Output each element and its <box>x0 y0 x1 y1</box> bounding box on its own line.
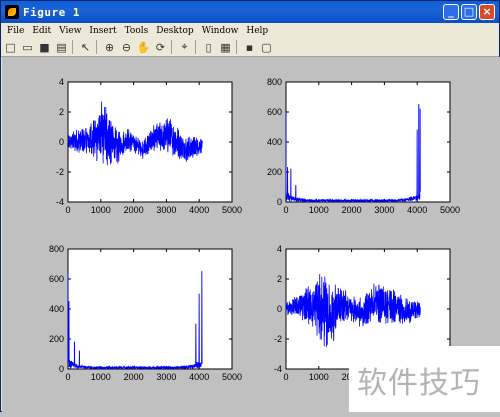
save-icon[interactable]: ■ <box>37 40 52 55</box>
pan-icon[interactable]: ✋ <box>136 40 151 55</box>
hide-plot-tools-icon[interactable]: ▪ <box>242 40 257 55</box>
colorbar-icon[interactable]: ▯ <box>201 40 216 55</box>
x-tick-label: 2000 <box>124 205 144 215</box>
y-tick-label: 0 <box>59 364 64 374</box>
x-tick-label: 1000 <box>91 205 111 215</box>
pointer-icon[interactable]: ↖ <box>78 40 93 55</box>
title-bar[interactable]: Figure 1 _ □ × <box>1 1 499 23</box>
toolbar-separator <box>96 40 97 54</box>
x-tick-label: 1000 <box>309 372 329 382</box>
x-tick-label: 3000 <box>156 205 176 215</box>
x-tick-label: 5000 <box>222 205 242 215</box>
x-tick-label: 1000 <box>309 205 329 215</box>
watermark-overlay: 软件技巧 <box>349 346 500 412</box>
y-tick-label: 400 <box>267 137 282 147</box>
data-cursor-icon[interactable]: ⌖ <box>177 40 192 55</box>
matlab-logo-icon <box>5 5 19 19</box>
x-tick-label: 1000 <box>91 372 111 382</box>
y-tick-label: 0 <box>277 304 282 314</box>
y-tick-label: 800 <box>267 77 282 87</box>
x-tick-label: 2000 <box>124 372 144 382</box>
toolbar-separator <box>171 40 172 54</box>
maximize-button[interactable]: □ <box>461 4 477 20</box>
watermark-text: 软件技巧 <box>357 366 481 401</box>
open-file-icon[interactable]: ▭ <box>20 40 35 55</box>
y-tick-label: 4 <box>277 244 282 254</box>
x-tick-label: 0 <box>283 372 288 382</box>
menu-edit[interactable]: Edit <box>32 26 51 36</box>
y-tick-label: -4 <box>56 197 64 207</box>
menu-file[interactable]: File <box>7 26 24 36</box>
axes-bottom-left <box>67 248 233 370</box>
rotate-icon[interactable]: ⟳ <box>153 40 168 55</box>
axes-top-right <box>285 81 451 203</box>
figure-toolbar: □ ▭ ■ ▤ ↖ ⊕ ⊖ ✋ ⟳ ⌖ ▯ ▦ ▪ ▢ <box>1 38 499 57</box>
close-button[interactable]: × <box>479 4 495 20</box>
y-tick-label: 4 <box>59 77 64 87</box>
minimize-button[interactable]: _ <box>443 4 459 20</box>
x-tick-label: 0 <box>65 205 70 215</box>
y-tick-label: -2 <box>56 167 64 177</box>
y-tick-label: 200 <box>49 334 64 344</box>
y-tick-label: 2 <box>59 107 64 117</box>
legend-icon[interactable]: ▦ <box>218 40 233 55</box>
show-plot-tools-icon[interactable]: ▢ <box>259 40 274 55</box>
y-tick-label: -2 <box>274 334 282 344</box>
print-icon[interactable]: ▤ <box>54 40 69 55</box>
y-tick-label: 0 <box>59 137 64 147</box>
y-tick-label: 2 <box>277 274 282 284</box>
menu-view[interactable]: View <box>59 26 81 36</box>
x-tick-label: 4000 <box>189 205 209 215</box>
window-title: Figure 1 <box>23 5 80 19</box>
menu-help[interactable]: Help <box>246 26 268 36</box>
menu-window[interactable]: Window <box>202 26 239 36</box>
toolbar-separator <box>72 40 73 54</box>
x-tick-label: 0 <box>65 372 70 382</box>
y-tick-label: 400 <box>49 304 64 314</box>
y-tick-label: 200 <box>267 167 282 177</box>
x-tick-label: 5000 <box>222 372 242 382</box>
toolbar-separator <box>236 40 237 54</box>
x-tick-label: 3000 <box>156 372 176 382</box>
menu-bar: File Edit View Insert Tools Desktop Wind… <box>1 23 499 38</box>
y-tick-label: -4 <box>274 364 282 374</box>
x-tick-label: 2000 <box>342 205 362 215</box>
menu-desktop[interactable]: Desktop <box>156 26 193 36</box>
menu-tools[interactable]: Tools <box>125 26 149 36</box>
x-tick-label: 5000 <box>440 205 460 215</box>
y-tick-label: 600 <box>49 274 64 284</box>
x-tick-label: 4000 <box>407 205 427 215</box>
y-tick-label: 0 <box>277 197 282 207</box>
y-tick-label: 800 <box>49 244 64 254</box>
x-tick-label: 3000 <box>374 205 394 215</box>
x-tick-label: 4000 <box>189 372 209 382</box>
zoom-in-icon[interactable]: ⊕ <box>102 40 117 55</box>
y-tick-label: 600 <box>267 107 282 117</box>
zoom-out-icon[interactable]: ⊖ <box>119 40 134 55</box>
new-figure-icon[interactable]: □ <box>3 40 18 55</box>
x-tick-label: 0 <box>283 205 288 215</box>
menu-insert[interactable]: Insert <box>89 26 116 36</box>
toolbar-separator <box>195 40 196 54</box>
